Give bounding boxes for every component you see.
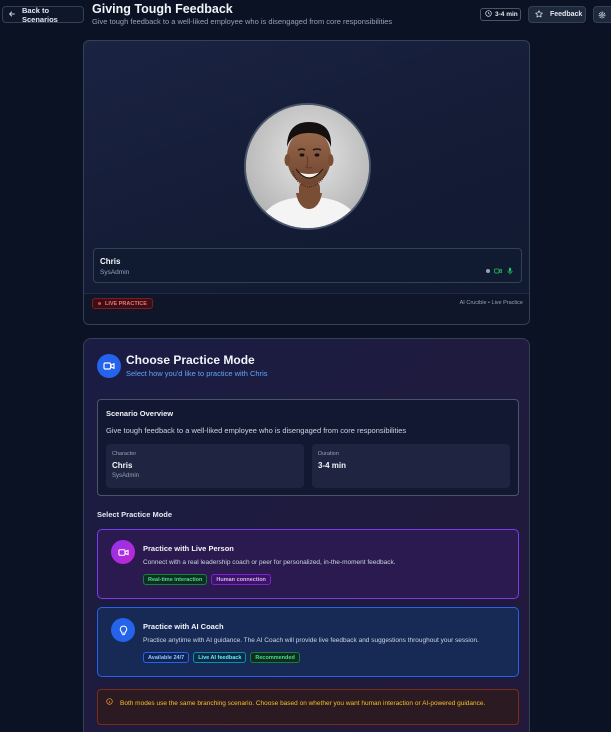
character-info-box: Character Chris SysAdmin xyxy=(106,444,304,488)
character-label: Character xyxy=(112,451,137,457)
presence-dot xyxy=(486,269,490,273)
option-title: Practice with Live Person xyxy=(143,544,234,553)
option-tags: Available 24/7 Live AI feedback Recommen… xyxy=(143,652,300,663)
participant-name: Chris xyxy=(100,257,121,266)
option-live-person[interactable]: Practice with Live Person Connect with a… xyxy=(97,529,519,599)
feedback-button[interactable]: Feedback xyxy=(528,6,586,23)
mode-card-title: Choose Practice Mode xyxy=(126,353,255,367)
overview-description: Give tough feedback to a well-liked empl… xyxy=(106,426,407,435)
tag: Recommended xyxy=(250,652,300,663)
feedback-label: Feedback xyxy=(550,11,583,18)
option-description: Connect with a real leadership coach or … xyxy=(143,559,396,566)
star-icon xyxy=(535,9,543,20)
duration-info-box: Duration 3-4 min xyxy=(312,444,510,488)
top-bar: Back to Scenarios Giving Tough Feedback … xyxy=(0,0,611,30)
back-to-scenarios-button[interactable]: Back to Scenarios xyxy=(2,5,84,24)
character-portrait xyxy=(246,105,369,228)
note-text: Both modes use the same branching scenar… xyxy=(120,700,486,707)
option-description: Practice anytime with AI guidance. The A… xyxy=(143,637,479,644)
duration-label: Duration xyxy=(318,451,339,457)
tag: Live AI feedback xyxy=(193,652,247,663)
info-note: Both modes use the same branching scenar… xyxy=(97,689,519,725)
duration-badge: 3-4 min xyxy=(480,8,521,21)
video-panel: Chris SysAdmin LIVE PRACTICE AI Crucible… xyxy=(83,40,530,325)
mode-card-subtitle: Select how you'd like to practice with C… xyxy=(126,369,268,378)
live-practice-badge: LIVE PRACTICE xyxy=(92,298,153,309)
microphone-icon xyxy=(506,262,514,280)
video-camera-icon xyxy=(111,540,135,564)
settings-button[interactable] xyxy=(593,6,611,23)
page-title: Giving Tough Feedback xyxy=(92,2,233,16)
participant-role: SysAdmin xyxy=(100,269,130,276)
character-role: SysAdmin xyxy=(112,473,140,479)
avatar xyxy=(244,103,371,230)
option-ai-coach[interactable]: Practice with AI Coach Practice anytime … xyxy=(97,607,519,677)
tag: Human connection xyxy=(211,574,271,585)
overview-heading: Scenario Overview xyxy=(106,409,174,418)
live-badge-label: LIVE PRACTICE xyxy=(105,300,147,307)
session-meta: AI Crucible • Live Practice xyxy=(459,300,523,306)
page-subtitle: Give tough feedback to a well-liked empl… xyxy=(92,17,393,26)
clock-icon xyxy=(485,10,492,19)
video-camera-icon xyxy=(494,262,502,280)
practice-mode-card: Choose Practice Mode Select how you'd li… xyxy=(83,338,530,732)
tag: Available 24/7 xyxy=(143,652,190,663)
tag: Real-time interaction xyxy=(143,574,208,585)
media-status xyxy=(486,262,514,280)
scenario-overview: Scenario Overview Give tough feedback to… xyxy=(97,399,519,496)
option-title: Practice with AI Coach xyxy=(143,622,224,631)
live-dot xyxy=(98,302,101,305)
option-tags: Real-time interaction Human connection xyxy=(143,574,271,585)
duration-text: 3-4 min xyxy=(495,11,518,18)
video-footer: LIVE PRACTICE AI Crucible • Live Practic… xyxy=(84,293,529,324)
video-camera-icon xyxy=(97,354,121,378)
duration-value: 3-4 min xyxy=(318,461,347,470)
back-button-label: Back to Scenarios xyxy=(22,5,58,24)
character-name: Chris xyxy=(112,461,133,470)
gear-icon xyxy=(598,6,606,24)
select-mode-label: Select Practice Mode xyxy=(97,510,173,519)
participant-card: Chris SysAdmin xyxy=(93,248,522,283)
arrow-left-icon xyxy=(8,10,16,20)
lightbulb-icon xyxy=(111,618,135,642)
